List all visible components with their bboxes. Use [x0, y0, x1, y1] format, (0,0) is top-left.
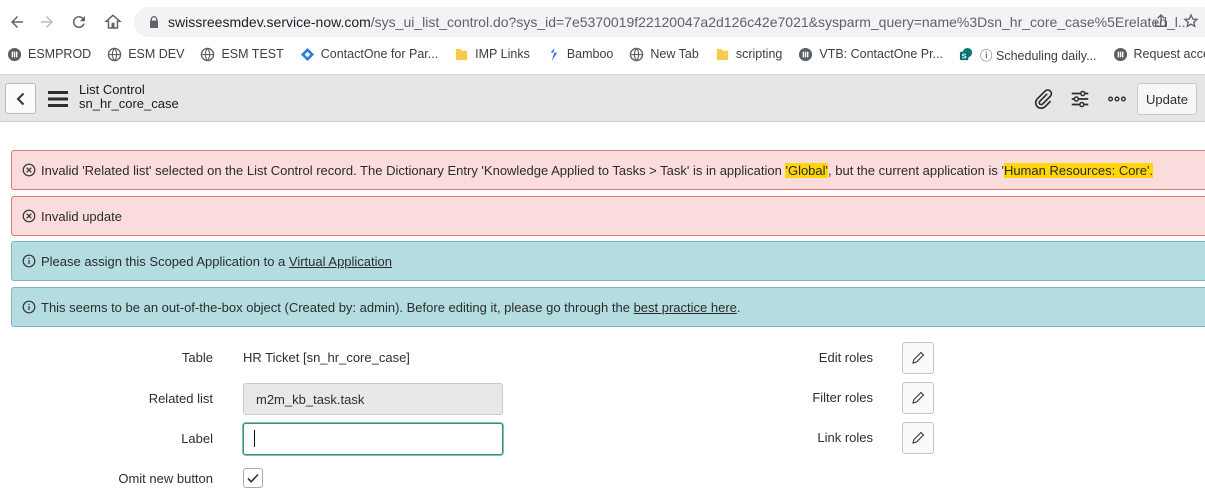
- pencil-icon: [912, 391, 925, 404]
- form-subtitle: sn_hr_core_case: [79, 96, 179, 111]
- bookmark-item[interactable]: Bamboo: [539, 47, 623, 62]
- error-circle-icon: [22, 163, 36, 177]
- table-label: Table: [181, 350, 213, 365]
- bookmarks-bar: ESMPROD ESM DEV ESM TEST ContactOne for …: [0, 44, 1205, 64]
- edit-roles-button[interactable]: [902, 342, 934, 374]
- folder-icon: [456, 48, 468, 60]
- servicenow-icon: [7, 47, 22, 61]
- related-list-label: Related list: [148, 391, 213, 406]
- svg-text:S: S: [962, 51, 967, 60]
- chevron-left-icon: [16, 92, 24, 105]
- bookmark-item[interactable]: ESM DEV: [100, 47, 193, 62]
- globe-icon: [630, 47, 644, 61]
- filter-roles-button[interactable]: [902, 382, 934, 414]
- forward-arrow-icon[interactable]: [32, 7, 62, 37]
- omit-new-button-label: Omit new button: [118, 471, 213, 486]
- filter-roles-label: Filter roles: [812, 390, 873, 405]
- more-options-icon[interactable]: [1105, 87, 1129, 111]
- bookmark-item[interactable]: S ⓘ Scheduling daily...: [952, 45, 1106, 64]
- omit-new-button-checkbox[interactable]: [243, 468, 263, 488]
- pencil-icon: [912, 351, 925, 364]
- label-label: Label: [181, 431, 213, 446]
- settings-sliders-icon[interactable]: [1068, 87, 1092, 111]
- reload-icon[interactable]: [64, 7, 94, 37]
- table-value: HR Ticket [sn_hr_core_case]: [243, 350, 410, 365]
- form-header: List Control sn_hr_core_case Update: [0, 74, 1205, 122]
- bookmark-item[interactable]: VTB: ContactOne Pr...: [791, 47, 952, 62]
- update-button[interactable]: Update: [1137, 83, 1197, 115]
- best-practice-link[interactable]: best practice here: [634, 300, 737, 315]
- home-icon[interactable]: [98, 7, 128, 37]
- error-message: Invalid 'Related list' selected on the L…: [11, 150, 1205, 190]
- servicenow-icon: [799, 47, 813, 61]
- hamburger-menu-icon[interactable]: [48, 90, 68, 108]
- info-message-text: This seems to be an out-of-the-box objec…: [41, 299, 741, 315]
- diamond-icon: [300, 47, 314, 61]
- pencil-icon: [912, 431, 925, 444]
- url-path: /sys_ui_list_control.do?sys_id=7e5370019…: [370, 14, 1190, 30]
- error-message: Invalid update: [11, 196, 1205, 236]
- globe-icon: [107, 47, 122, 61]
- error-circle-icon: [22, 209, 36, 223]
- bookmark-item[interactable]: New Tab: [622, 47, 707, 62]
- checkmark-icon: [247, 473, 259, 483]
- bamboo-icon: [550, 47, 558, 61]
- info-circle-icon: [22, 300, 36, 314]
- edit-roles-label: Edit roles: [818, 350, 873, 365]
- link-roles-label: Link roles: [817, 430, 873, 445]
- browser-toolbar: swissreesmdev.service-now.com/sys_ui_lis…: [0, 0, 1205, 44]
- text-cursor: [254, 430, 255, 447]
- globe-icon: [201, 47, 215, 61]
- lock-icon: [150, 16, 158, 28]
- paperclip-icon[interactable]: [1031, 87, 1055, 111]
- folder-icon: [716, 48, 728, 60]
- error-message-text: Invalid 'Related list' selected on the L…: [41, 162, 1154, 178]
- bookmark-item[interactable]: IMP Links: [447, 47, 539, 62]
- sharepoint-icon: S: [959, 47, 973, 60]
- bookmark-item[interactable]: ESMPROD: [0, 47, 100, 62]
- info-circle-icon: [22, 254, 36, 268]
- info-message-text: Please assign this Scoped Application to…: [41, 253, 392, 269]
- link-roles-button[interactable]: [902, 422, 934, 454]
- bookmark-item[interactable]: ContactOne for Par...: [293, 47, 447, 62]
- servicenow-icon: [1113, 47, 1127, 61]
- bookmark-item[interactable]: scripting: [708, 47, 792, 62]
- star-icon[interactable]: [1183, 13, 1199, 29]
- back-button[interactable]: [5, 83, 36, 114]
- url-host: swissreesmdev.service-now.com: [168, 14, 371, 30]
- form-title: List Control: [79, 82, 145, 97]
- share-icon[interactable]: [1153, 13, 1169, 29]
- info-message: Please assign this Scoped Application to…: [11, 241, 1205, 281]
- bookmark-item[interactable]: Request access rig: [1106, 47, 1205, 62]
- error-message-text: Invalid update: [41, 208, 122, 224]
- bookmark-item[interactable]: ESM TEST: [193, 47, 292, 62]
- info-message: This seems to be an out-of-the-box objec…: [11, 287, 1205, 327]
- label-input[interactable]: [243, 423, 503, 455]
- related-list-field: m2m_kb_task.task: [243, 383, 503, 415]
- virtual-application-link[interactable]: Virtual Application: [289, 254, 392, 269]
- address-bar[interactable]: swissreesmdev.service-now.com/sys_ui_lis…: [134, 7, 1205, 37]
- back-arrow-icon[interactable]: [2, 7, 32, 37]
